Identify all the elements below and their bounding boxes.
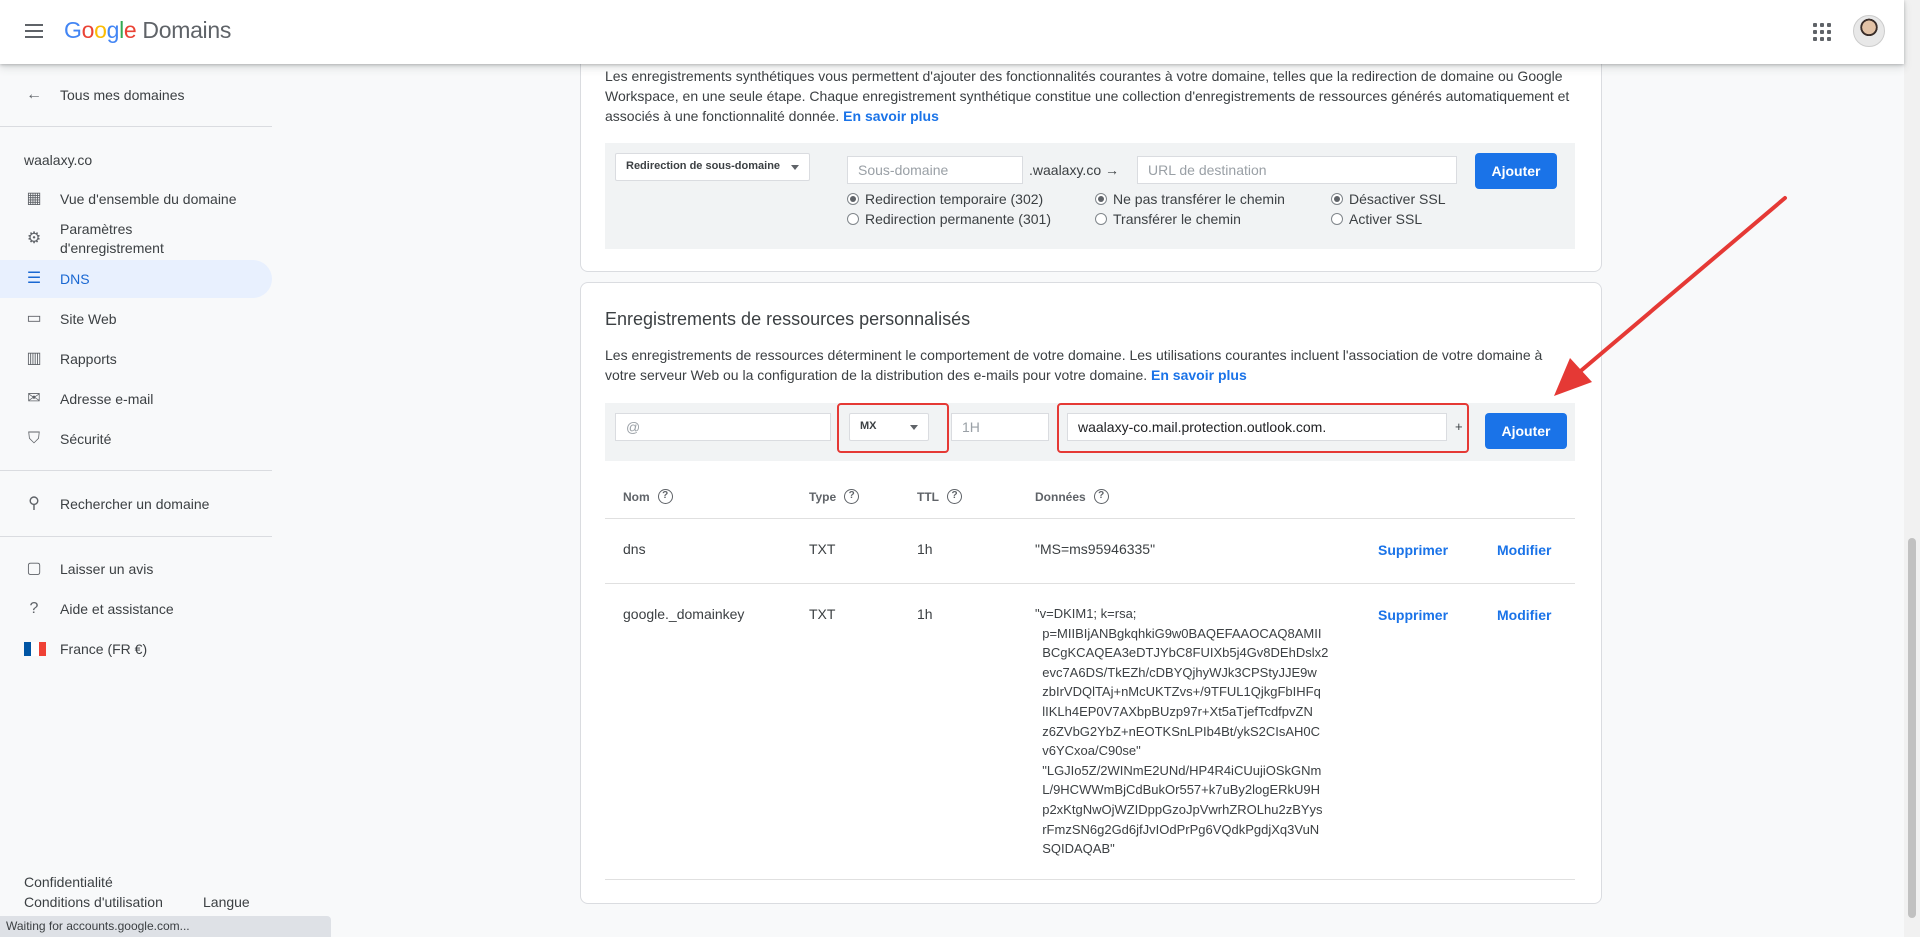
sidebar: ← Tous mes domaines waalaxy.co ▦ Vue d'e…	[0, 64, 272, 937]
synthetic-form: Redirection de sous-domaine .waalaxy.co …	[605, 143, 1575, 249]
annotation-arrow-icon	[1554, 196, 1787, 396]
france-flag-icon	[24, 642, 46, 656]
web-icon: ▭	[26, 310, 42, 327]
shield-icon: ⛉	[27, 430, 40, 447]
sidebar-item-overview[interactable]: ▦ Vue d'ensemble du domaine	[0, 180, 272, 218]
language-link[interactable]: Langue	[203, 894, 250, 910]
arrow-back-icon: ←	[26, 86, 42, 103]
sidebar-item-security[interactable]: ⛉ Sécurité	[0, 420, 272, 458]
row-2-data: "v=DKIM1; k=rsa; p=MIIBIjANBgkqhkiG9w0BA…	[1035, 606, 1329, 857]
sidebar-item-region[interactable]: France (FR €)	[0, 630, 272, 668]
divider	[605, 583, 1575, 584]
column-header-name: Nom?	[623, 489, 673, 504]
radio-temporary-redirect[interactable]: Redirection temporaire (302)	[847, 191, 1043, 207]
row-1-data: "MS=ms95946335"	[1035, 541, 1156, 557]
add-record-button[interactable]: Ajouter	[1485, 413, 1567, 449]
custom-records-title: Enregistrements de ressources personnali…	[605, 309, 971, 329]
mail-icon: ✉	[27, 390, 41, 407]
sidebar-item-help[interactable]: ? Aide et assistance	[0, 590, 272, 628]
chevron-down-icon	[791, 165, 799, 170]
learn-more-link[interactable]: En savoir plus	[1151, 367, 1247, 383]
help-icon[interactable]: ?	[844, 489, 860, 504]
dns-icon: ☰	[26, 270, 42, 287]
radio-checked-icon	[1095, 193, 1107, 205]
row-2-delete-button[interactable]: Supprimer	[1378, 607, 1448, 623]
row-1-ttl: 1h	[917, 541, 933, 557]
radio-checked-icon	[1331, 193, 1343, 205]
column-header-data: Données?	[1035, 489, 1109, 504]
current-domain-label: waalaxy.co	[24, 152, 93, 168]
gear-icon: ⚙	[26, 230, 42, 247]
help-icon: ?	[29, 600, 39, 617]
custom-records-description: Les enregistrements de ressources déterm…	[605, 347, 1543, 383]
learn-more-link[interactable]: En savoir plus	[843, 108, 939, 124]
sidebar-item-search-domain[interactable]: ⚲ Rechercher un domaine	[0, 485, 272, 523]
help-icon[interactable]: ?	[947, 489, 962, 504]
sidebar-item-reports[interactable]: ▥ Rapports	[0, 340, 272, 378]
sidebar-item-website[interactable]: ▭ Site Web	[0, 300, 272, 338]
record-name-input[interactable]	[615, 413, 831, 441]
help-icon[interactable]: ?	[1093, 489, 1109, 504]
custom-records-card: Enregistrements de ressources personnali…	[580, 282, 1602, 904]
synthetic-records-card: Les enregistrements synthétiques vous pe…	[580, 40, 1602, 272]
row-1-name: dns	[623, 541, 646, 557]
sidebar-item-email[interactable]: ✉ Adresse e-mail	[0, 380, 272, 418]
radio-unchecked-icon	[1331, 213, 1343, 225]
row-1-type: TXT	[809, 541, 836, 557]
page-scrollbar[interactable]	[1904, 0, 1920, 937]
browser-status-bar: Waiting for accounts.google.com...	[0, 916, 331, 937]
synthetic-type-select[interactable]: Redirection de sous-domaine	[615, 153, 810, 181]
back-to-all-domains[interactable]: ← Tous mes domaines	[0, 76, 272, 114]
radio-path-forward[interactable]: Transférer le chemin	[1095, 211, 1241, 227]
google-domains-logo[interactable]: Google Domains	[64, 17, 231, 44]
row-2-name: google._domainkey	[623, 606, 745, 622]
feedback-icon: ▢	[26, 560, 42, 577]
domain-suffix: .waalaxy.co →	[1029, 162, 1119, 178]
column-header-type: Type?	[809, 489, 860, 504]
highlight-type-box	[837, 403, 949, 453]
sidebar-item-feedback[interactable]: ▢ Laisser un avis	[0, 550, 272, 588]
row-1-edit-button[interactable]: Modifier	[1497, 542, 1551, 558]
terms-link[interactable]: Conditions d'utilisation	[24, 894, 163, 910]
row-2-type: TXT	[809, 606, 836, 622]
radio-enable-ssl[interactable]: Activer SSL	[1331, 211, 1422, 227]
divider	[605, 879, 1575, 880]
hamburger-menu-icon[interactable]	[22, 20, 46, 44]
divider	[0, 126, 272, 127]
ttl-input[interactable]	[951, 413, 1049, 441]
scrollbar-thumb[interactable]	[1908, 538, 1916, 918]
divider	[0, 470, 272, 471]
radio-disable-ssl[interactable]: Désactiver SSL	[1331, 191, 1445, 207]
sidebar-item-dns[interactable]: ☰ DNS	[0, 260, 272, 298]
synthetic-add-button[interactable]: Ajouter	[1475, 153, 1557, 189]
radio-unchecked-icon	[1095, 213, 1107, 225]
radio-checked-icon	[847, 193, 859, 205]
divider	[605, 518, 1575, 519]
row-1-delete-button[interactable]: Supprimer	[1378, 542, 1448, 558]
destination-url-input[interactable]	[1137, 156, 1457, 184]
avatar[interactable]	[1853, 15, 1885, 47]
highlight-data-box	[1057, 403, 1469, 453]
column-header-ttl: TTL?	[917, 489, 962, 504]
radio-permanent-redirect[interactable]: Redirection permanente (301)	[847, 211, 1051, 227]
dashboard-icon: ▦	[26, 190, 42, 207]
divider	[0, 536, 272, 537]
radio-unchecked-icon	[847, 213, 859, 225]
help-icon[interactable]: ?	[657, 489, 673, 504]
apps-grid-icon[interactable]	[1810, 20, 1834, 44]
chart-icon: ▥	[26, 350, 42, 367]
row-2-ttl: 1h	[917, 606, 933, 622]
row-2-edit-button[interactable]: Modifier	[1497, 607, 1551, 623]
synthetic-description: Les enregistrements synthétiques vous pe…	[605, 68, 1570, 124]
radio-no-path-forward[interactable]: Ne pas transférer le chemin	[1095, 191, 1285, 207]
top-app-bar: Google Domains	[0, 0, 1904, 64]
subdomain-input[interactable]	[847, 156, 1023, 184]
search-icon: ⚲	[28, 495, 40, 512]
privacy-link[interactable]: Confidentialité	[24, 874, 113, 890]
sidebar-item-registration-settings[interactable]: ⚙ Paramètres d'enregistrement	[0, 217, 272, 261]
